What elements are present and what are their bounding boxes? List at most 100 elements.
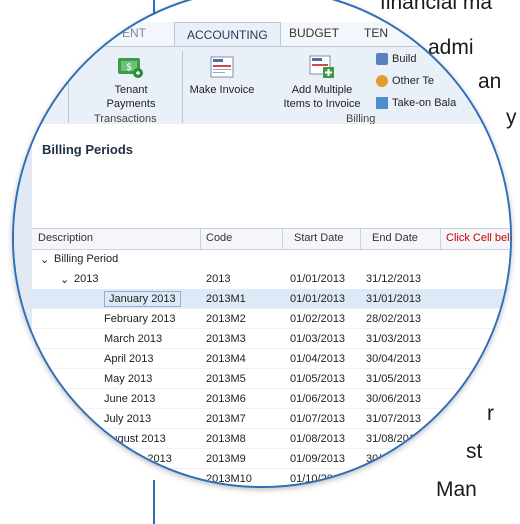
tenant-payments-label: Tenant Payments bbox=[106, 84, 156, 110]
cell-description: June 2013 bbox=[104, 393, 156, 405]
cell-description: July 2013 bbox=[104, 413, 152, 425]
cell-end-date: 31/07/2013 bbox=[366, 413, 422, 425]
column-header-description[interactable]: Description bbox=[38, 232, 93, 244]
people-icon bbox=[376, 75, 388, 87]
table-row[interactable]: ptember 2013 2013M9 01/09/2013 30/09/20 bbox=[32, 449, 510, 469]
cell-code: 2013M8 bbox=[206, 433, 246, 445]
cell-code: 2013M4 bbox=[206, 353, 246, 365]
year-description: 2013 bbox=[74, 273, 99, 285]
cell-description: August 2013 bbox=[104, 433, 166, 445]
table-row[interactable]: August 2013 2013M8 01/08/2013 31/08/2013 bbox=[32, 429, 510, 449]
cell-description: January 2013 bbox=[104, 291, 181, 307]
header-divider bbox=[282, 229, 283, 249]
ribbon-tab-bar: ENT ACCOUNTING BUDGET TEN bbox=[14, 22, 510, 47]
column-header-hint[interactable]: Click Cell bel bbox=[446, 232, 510, 244]
chevron-down-icon[interactable]: ⌄ bbox=[60, 273, 69, 286]
cell-code: 2013M1 bbox=[206, 293, 246, 305]
year-end: 31/12/2013 bbox=[366, 273, 422, 285]
tab-accounting[interactable]: ACCOUNTING bbox=[174, 22, 281, 47]
cell-code: 2013M6 bbox=[206, 393, 246, 405]
cell-description: 2013 bbox=[104, 473, 129, 485]
cell-description: February 2013 bbox=[104, 313, 176, 325]
year-row[interactable]: ⌄ 2013 2013 01/01/2013 31/12/2013 bbox=[32, 269, 510, 289]
cell-start-date: 01/08/2013 bbox=[290, 433, 346, 445]
ribbon-separator-2 bbox=[68, 51, 69, 123]
table-row[interactable]: 2013 2013M10 01/10/2013 31 bbox=[32, 469, 510, 486]
cell-start-date: 01/06/2013 bbox=[290, 393, 346, 405]
svg-text:$: $ bbox=[126, 62, 132, 73]
money-icon: $ bbox=[117, 55, 145, 79]
table-row[interactable]: February 2013 2013M2 01/02/2013 28/02/2013 bbox=[32, 309, 510, 329]
header-divider bbox=[440, 229, 441, 249]
cell-end-date: 30/09/20 bbox=[366, 453, 409, 465]
cell-end-date: 31 bbox=[366, 473, 379, 485]
build-button[interactable]: Build bbox=[376, 53, 416, 65]
cell-code: 2013M7 bbox=[206, 413, 246, 425]
table-row[interactable]: July 2013 2013M7 01/07/2013 31/07/2013 bbox=[32, 409, 510, 429]
cell-end-date: 31/03/2013 bbox=[366, 333, 422, 345]
cell-start-date: 01/01/2013 bbox=[290, 293, 346, 305]
make-invoice-label: Make Invoice bbox=[189, 84, 255, 96]
table-row[interactable]: March 2013 2013M3 01/03/2013 31/03/2013 bbox=[32, 329, 510, 349]
add-multiple-items-button[interactable]: Add Multiple Items to Invoice bbox=[274, 55, 370, 111]
header-divider bbox=[360, 229, 361, 249]
cell-start-date: 01/09/2013 bbox=[290, 453, 346, 465]
cell-end-date: 31/08/2013 bbox=[366, 433, 422, 445]
balance-icon bbox=[376, 97, 388, 109]
cell-description: May 2013 bbox=[104, 373, 153, 385]
grid-header: Description Code Start Date End Date Cli… bbox=[32, 228, 510, 250]
cell-description: ptember 2013 bbox=[104, 453, 172, 465]
chevron-down-icon[interactable]: ⌄ bbox=[40, 253, 49, 266]
build-icon bbox=[376, 53, 388, 65]
cell-end-date: 30/06/2013 bbox=[366, 393, 422, 405]
make-invoice-button[interactable]: Make Invoice bbox=[184, 55, 260, 97]
invoice-add-icon bbox=[308, 55, 336, 79]
cell-start-date: 01/07/2013 bbox=[290, 413, 346, 425]
cell-code: 2013M5 bbox=[206, 373, 246, 385]
table-row[interactable]: January 2013 2013M1 01/01/2013 31/01/2013 bbox=[32, 289, 510, 309]
tab-budget[interactable]: BUDGET bbox=[289, 26, 339, 40]
tree-root-label: Billing Period bbox=[54, 253, 119, 265]
page-vertical-rule-bottom bbox=[153, 480, 155, 524]
cell-start-date: 01/10/2013 bbox=[290, 473, 346, 485]
table-row[interactable]: May 2013 2013M5 01/05/2013 31/05/2013 bbox=[32, 369, 510, 389]
cell-code: 2013M10 bbox=[206, 473, 252, 485]
ribbon-separator bbox=[182, 51, 183, 123]
cell-end-date: 28/02/2013 bbox=[366, 313, 422, 325]
cell-description: March 2013 bbox=[104, 333, 163, 345]
cell-description: April 2013 bbox=[104, 353, 154, 365]
cell-start-date: 01/02/2013 bbox=[290, 313, 346, 325]
other-label: Other Te bbox=[392, 75, 434, 87]
ribbon-panel: $ Tenant Payments Make Invoice Add Multi… bbox=[14, 46, 510, 126]
invoice-icon bbox=[208, 55, 236, 79]
cell-end-date: 31/05/2013 bbox=[366, 373, 422, 385]
cell-start-date: 01/03/2013 bbox=[290, 333, 346, 345]
column-header-code[interactable]: Code bbox=[206, 232, 232, 244]
header-divider bbox=[200, 229, 201, 249]
tab-partial-left[interactable]: ENT bbox=[122, 26, 146, 40]
other-button[interactable]: Other Te bbox=[376, 75, 434, 87]
build-label: Build bbox=[392, 53, 417, 65]
page-title: Billing Periods bbox=[42, 142, 134, 157]
table-row[interactable]: June 2013 2013M6 01/06/2013 30/06/2013 bbox=[32, 389, 510, 409]
magnifier-lens: ENT ACCOUNTING BUDGET TEN $ Tenant Payme… bbox=[12, 0, 512, 488]
tenant-payments-button[interactable]: $ Tenant Payments bbox=[88, 55, 174, 111]
year-code: 2013 bbox=[206, 273, 231, 285]
cell-start-date: 01/04/2013 bbox=[290, 353, 346, 365]
left-nav-strip[interactable] bbox=[14, 124, 33, 486]
tree-root-row[interactable]: ⌄ Billing Period bbox=[32, 249, 510, 269]
cell-code: 2013M2 bbox=[206, 313, 246, 325]
add-multiple-label: Add Multiple Items to Invoice bbox=[283, 84, 361, 110]
take-on-balance-button[interactable]: Take-on Bala bbox=[376, 97, 456, 109]
cell-end-date: 31/01/2013 bbox=[366, 293, 422, 305]
take-on-label: Take-on Bala bbox=[392, 97, 457, 109]
cell-code: 2013M9 bbox=[206, 453, 246, 465]
tab-partial-right[interactable]: TEN bbox=[364, 26, 388, 40]
column-header-end-date[interactable]: End Date bbox=[372, 232, 418, 244]
table-row[interactable]: April 2013 2013M4 01/04/2013 30/04/2013 bbox=[32, 349, 510, 369]
cell-end-date: 30/04/2013 bbox=[366, 353, 422, 365]
year-start: 01/01/2013 bbox=[290, 273, 346, 285]
column-header-start-date[interactable]: Start Date bbox=[294, 232, 344, 244]
cell-code: 2013M3 bbox=[206, 333, 246, 345]
cell-start-date: 01/05/2013 bbox=[290, 373, 346, 385]
